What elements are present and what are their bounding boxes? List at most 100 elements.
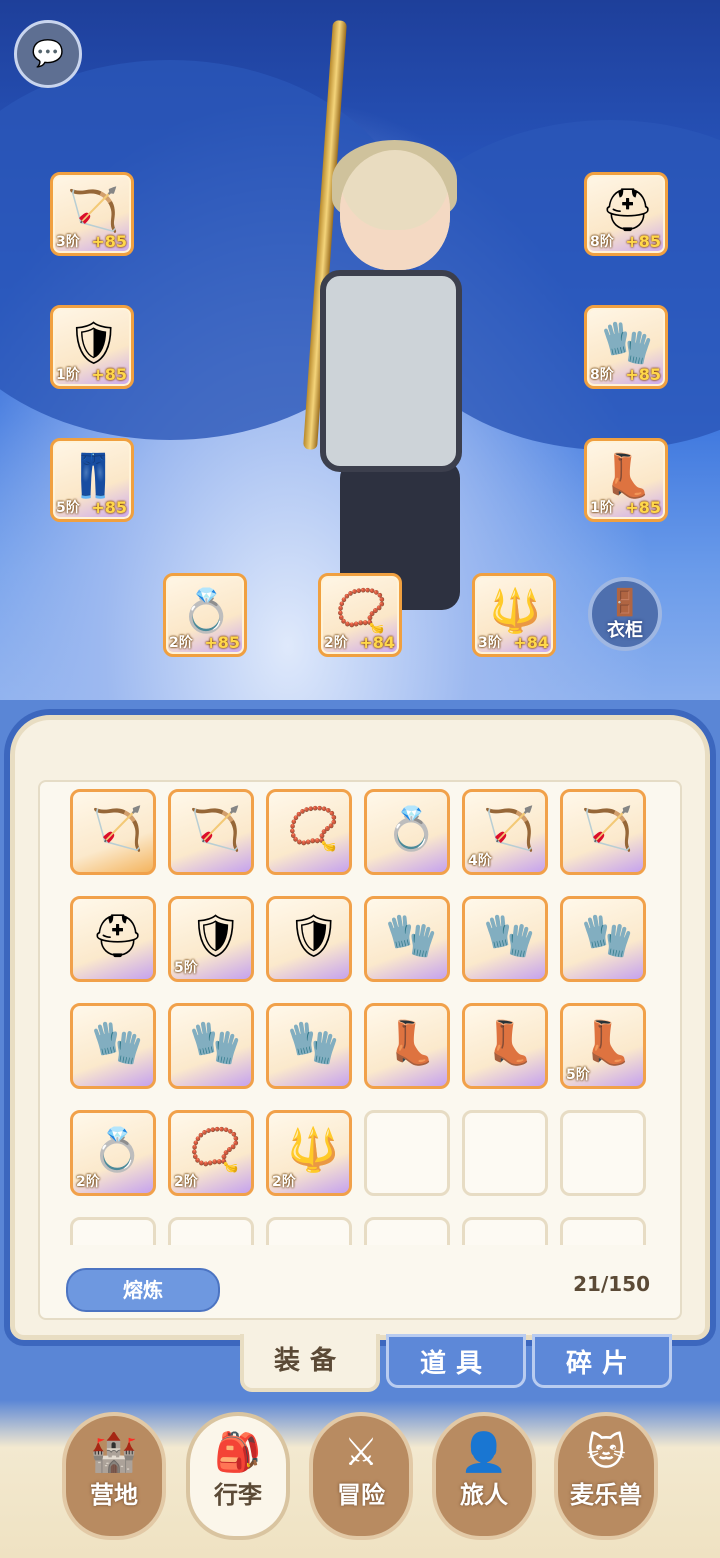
equip-slot-ring[interactable]: 💍 2阶 +85 bbox=[163, 573, 247, 657]
nav-adventure[interactable]: ⚔ 冒险 bbox=[309, 1412, 413, 1540]
cat-icon: 🐱 bbox=[586, 1430, 626, 1474]
gloves-icon: 🧤 bbox=[601, 318, 654, 367]
inventory-slot[interactable]: 💍 bbox=[364, 789, 450, 875]
inventory-slot[interactable]: 📿 2阶 bbox=[168, 1110, 254, 1196]
wardrobe-icon: 🚪 bbox=[608, 588, 642, 618]
enhance-level: +85 bbox=[625, 365, 661, 384]
inventory-slot[interactable]: 🛡 bbox=[266, 896, 352, 982]
bow-icon: 🏹 bbox=[483, 804, 536, 853]
gloves-icon: 🧤 bbox=[189, 1018, 242, 1067]
earring-icon: 🔱 bbox=[287, 1125, 340, 1174]
inventory-slot[interactable]: 🏹 bbox=[560, 789, 646, 875]
tab-equipment[interactable]: 装备 bbox=[240, 1334, 380, 1392]
enhance-level: +85 bbox=[91, 498, 127, 517]
gloves-icon: 🧤 bbox=[385, 911, 438, 960]
tier-label: 5阶 bbox=[566, 1067, 590, 1083]
empty-slot[interactable] bbox=[560, 1217, 646, 1245]
tier-label: 4阶 bbox=[468, 853, 492, 869]
ring-icon: 💍 bbox=[91, 1125, 144, 1174]
nav-label: 营地 bbox=[90, 1481, 138, 1509]
nav-label: 麦乐兽 bbox=[570, 1481, 642, 1509]
inventory-slot[interactable]: 🧤 bbox=[266, 1003, 352, 1089]
tier-label: 2阶 bbox=[272, 1174, 296, 1190]
helmet-icon: ⛑ bbox=[601, 185, 655, 234]
gloves-icon: 🧤 bbox=[287, 1018, 340, 1067]
boots-icon: 👢 bbox=[581, 1018, 634, 1067]
inventory-slot[interactable]: 🧤 bbox=[364, 896, 450, 982]
bow-icon: 🏹 bbox=[189, 804, 242, 853]
inventory-slot[interactable]: 🔱 2阶 bbox=[266, 1110, 352, 1196]
armor-icon: 🛡 bbox=[67, 318, 121, 367]
inventory-slot[interactable]: 🧤 bbox=[560, 896, 646, 982]
tier-label: 2阶 bbox=[169, 635, 193, 651]
castle-icon: 🏰 bbox=[90, 1430, 138, 1474]
nav-luggage[interactable]: 🎒 行李 bbox=[186, 1412, 290, 1540]
empty-slot[interactable] bbox=[168, 1217, 254, 1245]
inventory-grid[interactable]: 🏹 🏹 📿 💍 🏹 4阶 🏹 ⛑ 🛡 5阶 🛡 🧤 🧤 🧤 🧤 🧤 🧤 👢 👢 👢 5… bbox=[70, 789, 655, 1245]
inventory-slot[interactable]: ⛑ bbox=[70, 896, 156, 982]
tab-items[interactable]: 道具 bbox=[386, 1334, 526, 1388]
tier-label: 5阶 bbox=[174, 960, 198, 976]
equip-slot-boots[interactable]: 👢 1阶 +85 bbox=[584, 438, 668, 522]
inventory-slot[interactable]: 👢 bbox=[364, 1003, 450, 1089]
empty-slot[interactable] bbox=[560, 1110, 646, 1196]
smelt-button[interactable]: 熔炼 bbox=[66, 1268, 220, 1312]
empty-slot[interactable] bbox=[266, 1217, 352, 1245]
inventory-slot[interactable]: 🏹 bbox=[168, 789, 254, 875]
wardrobe-button[interactable]: 🚪 衣柜 bbox=[588, 577, 662, 651]
inventory-slot[interactable]: 🧤 bbox=[462, 896, 548, 982]
nav-travelers[interactable]: 👤 旅人 bbox=[432, 1412, 536, 1540]
equip-slot-earring[interactable]: 🔱 3阶 +84 bbox=[472, 573, 556, 657]
equip-slot-helmet[interactable]: ⛑ 8阶 +85 bbox=[584, 172, 668, 256]
earring-icon: 🔱 bbox=[489, 586, 542, 635]
empty-slot[interactable] bbox=[364, 1110, 450, 1196]
empty-slot[interactable] bbox=[70, 1217, 156, 1245]
wardrobe-label: 衣柜 bbox=[607, 620, 643, 641]
equip-slot-gloves[interactable]: 🧤 8阶 +85 bbox=[584, 305, 668, 389]
nav-pets[interactable]: 🐱 麦乐兽 bbox=[554, 1412, 658, 1540]
chat-button[interactable]: 💬 bbox=[14, 20, 82, 88]
traveler-icon: 👤 bbox=[460, 1430, 508, 1474]
tier-label: 3阶 bbox=[56, 234, 80, 250]
empty-slot[interactable] bbox=[364, 1217, 450, 1245]
enhance-level: +84 bbox=[513, 633, 549, 652]
enhance-level: +85 bbox=[625, 232, 661, 251]
equip-slot-weapon[interactable]: 🏹 3阶 +85 bbox=[50, 172, 134, 256]
boots-icon: 👢 bbox=[385, 1018, 438, 1067]
inventory-slot[interactable]: 🛡 5阶 bbox=[168, 896, 254, 982]
inventory-slot[interactable]: 🧤 bbox=[168, 1003, 254, 1089]
equip-slot-pants[interactable]: 👖 5阶 +85 bbox=[50, 438, 134, 522]
helmet-icon: ⛑ bbox=[91, 911, 145, 960]
empty-slot[interactable] bbox=[462, 1217, 548, 1245]
enhance-level: +84 bbox=[359, 633, 395, 652]
tab-fragments[interactable]: 碎片 bbox=[532, 1334, 672, 1388]
bow-icon: 🏹 bbox=[91, 804, 144, 853]
gloves-icon: 🧤 bbox=[581, 911, 634, 960]
nav-label: 行李 bbox=[214, 1481, 262, 1509]
inventory-slot[interactable]: 👢 bbox=[462, 1003, 548, 1089]
empty-slot[interactable] bbox=[462, 1110, 548, 1196]
enhance-level: +85 bbox=[91, 232, 127, 251]
armor-icon: 🛡 bbox=[189, 911, 243, 960]
backpack-icon: 🎒 bbox=[214, 1430, 262, 1474]
gloves-icon: 🧤 bbox=[483, 911, 536, 960]
inventory-slot[interactable]: 💍 2阶 bbox=[70, 1110, 156, 1196]
equip-slot-armor[interactable]: 🛡 1阶 +85 bbox=[50, 305, 134, 389]
inventory-capacity: 21/150 bbox=[573, 1272, 650, 1296]
inventory-slot[interactable]: 🏹 4阶 bbox=[462, 789, 548, 875]
tier-label: 8阶 bbox=[590, 367, 614, 383]
enhance-level: +85 bbox=[91, 365, 127, 384]
inventory-slot[interactable]: 🏹 bbox=[70, 789, 156, 875]
tier-label: 2阶 bbox=[174, 1174, 198, 1190]
character-model[interactable] bbox=[300, 130, 480, 650]
nav-camp[interactable]: 🏰 营地 bbox=[62, 1412, 166, 1540]
inventory-slot[interactable]: 🧤 bbox=[70, 1003, 156, 1089]
inventory-slot[interactable]: 👢 5阶 bbox=[560, 1003, 646, 1089]
ring-icon: 💍 bbox=[180, 586, 233, 635]
equip-slot-necklace[interactable]: 📿 2阶 +84 bbox=[318, 573, 402, 657]
tier-label: 1阶 bbox=[56, 367, 80, 383]
tier-label: 2阶 bbox=[76, 1174, 100, 1190]
necklace-icon: 📿 bbox=[335, 586, 388, 635]
crossed-swords-icon: ⚔ bbox=[343, 1430, 379, 1474]
inventory-slot[interactable]: 📿 bbox=[266, 789, 352, 875]
